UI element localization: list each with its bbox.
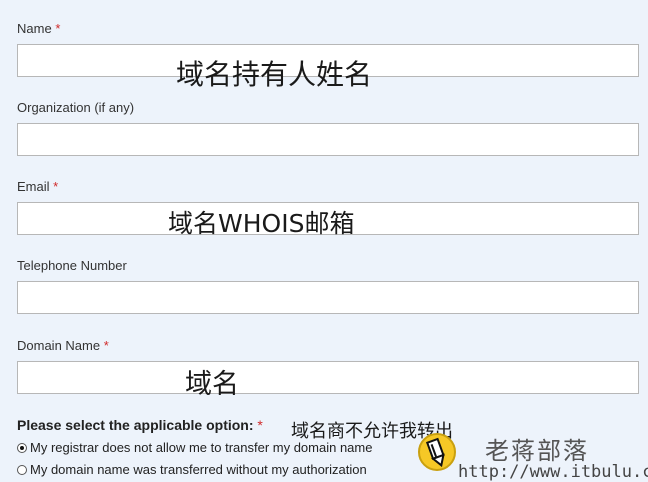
required-marker: * (103, 338, 109, 353)
name-annotation: 域名持有人姓名 (176, 58, 373, 91)
domain-input[interactable] (17, 361, 639, 394)
watermark-url: http://www.itbulu.com (458, 462, 648, 482)
required-marker: * (257, 417, 263, 433)
radio-option-unauthorized-transfer[interactable]: My domain name was transferred without m… (17, 462, 367, 477)
required-marker: * (55, 21, 61, 36)
radio-option-registrar-blocks[interactable]: My registrar does not allow me to transf… (17, 440, 372, 455)
radio-option-label: My domain name was transferred without m… (30, 462, 367, 477)
required-marker: * (53, 179, 59, 194)
organization-label: Organization (if any) (17, 100, 135, 115)
radio-button-checked[interactable] (17, 442, 27, 453)
organization-input[interactable] (17, 123, 639, 156)
name-label: Name * (17, 21, 61, 36)
domain-label: Domain Name * (17, 338, 109, 353)
domain-annotation: 域名 (185, 369, 239, 400)
telephone-input[interactable] (17, 281, 639, 314)
radio-option-label: My registrar does not allow me to transf… (30, 440, 373, 455)
watermark-title: 老蒋部落 (485, 437, 589, 465)
email-label: Email * (17, 179, 59, 194)
option-title: Please select the applicable option: * (17, 417, 263, 433)
radio-button-unchecked[interactable] (17, 464, 27, 475)
email-annotation: 域名WHOIS邮箱 (168, 209, 355, 238)
telephone-label: Telephone Number (17, 258, 127, 273)
pencil-logo-icon (418, 433, 456, 471)
